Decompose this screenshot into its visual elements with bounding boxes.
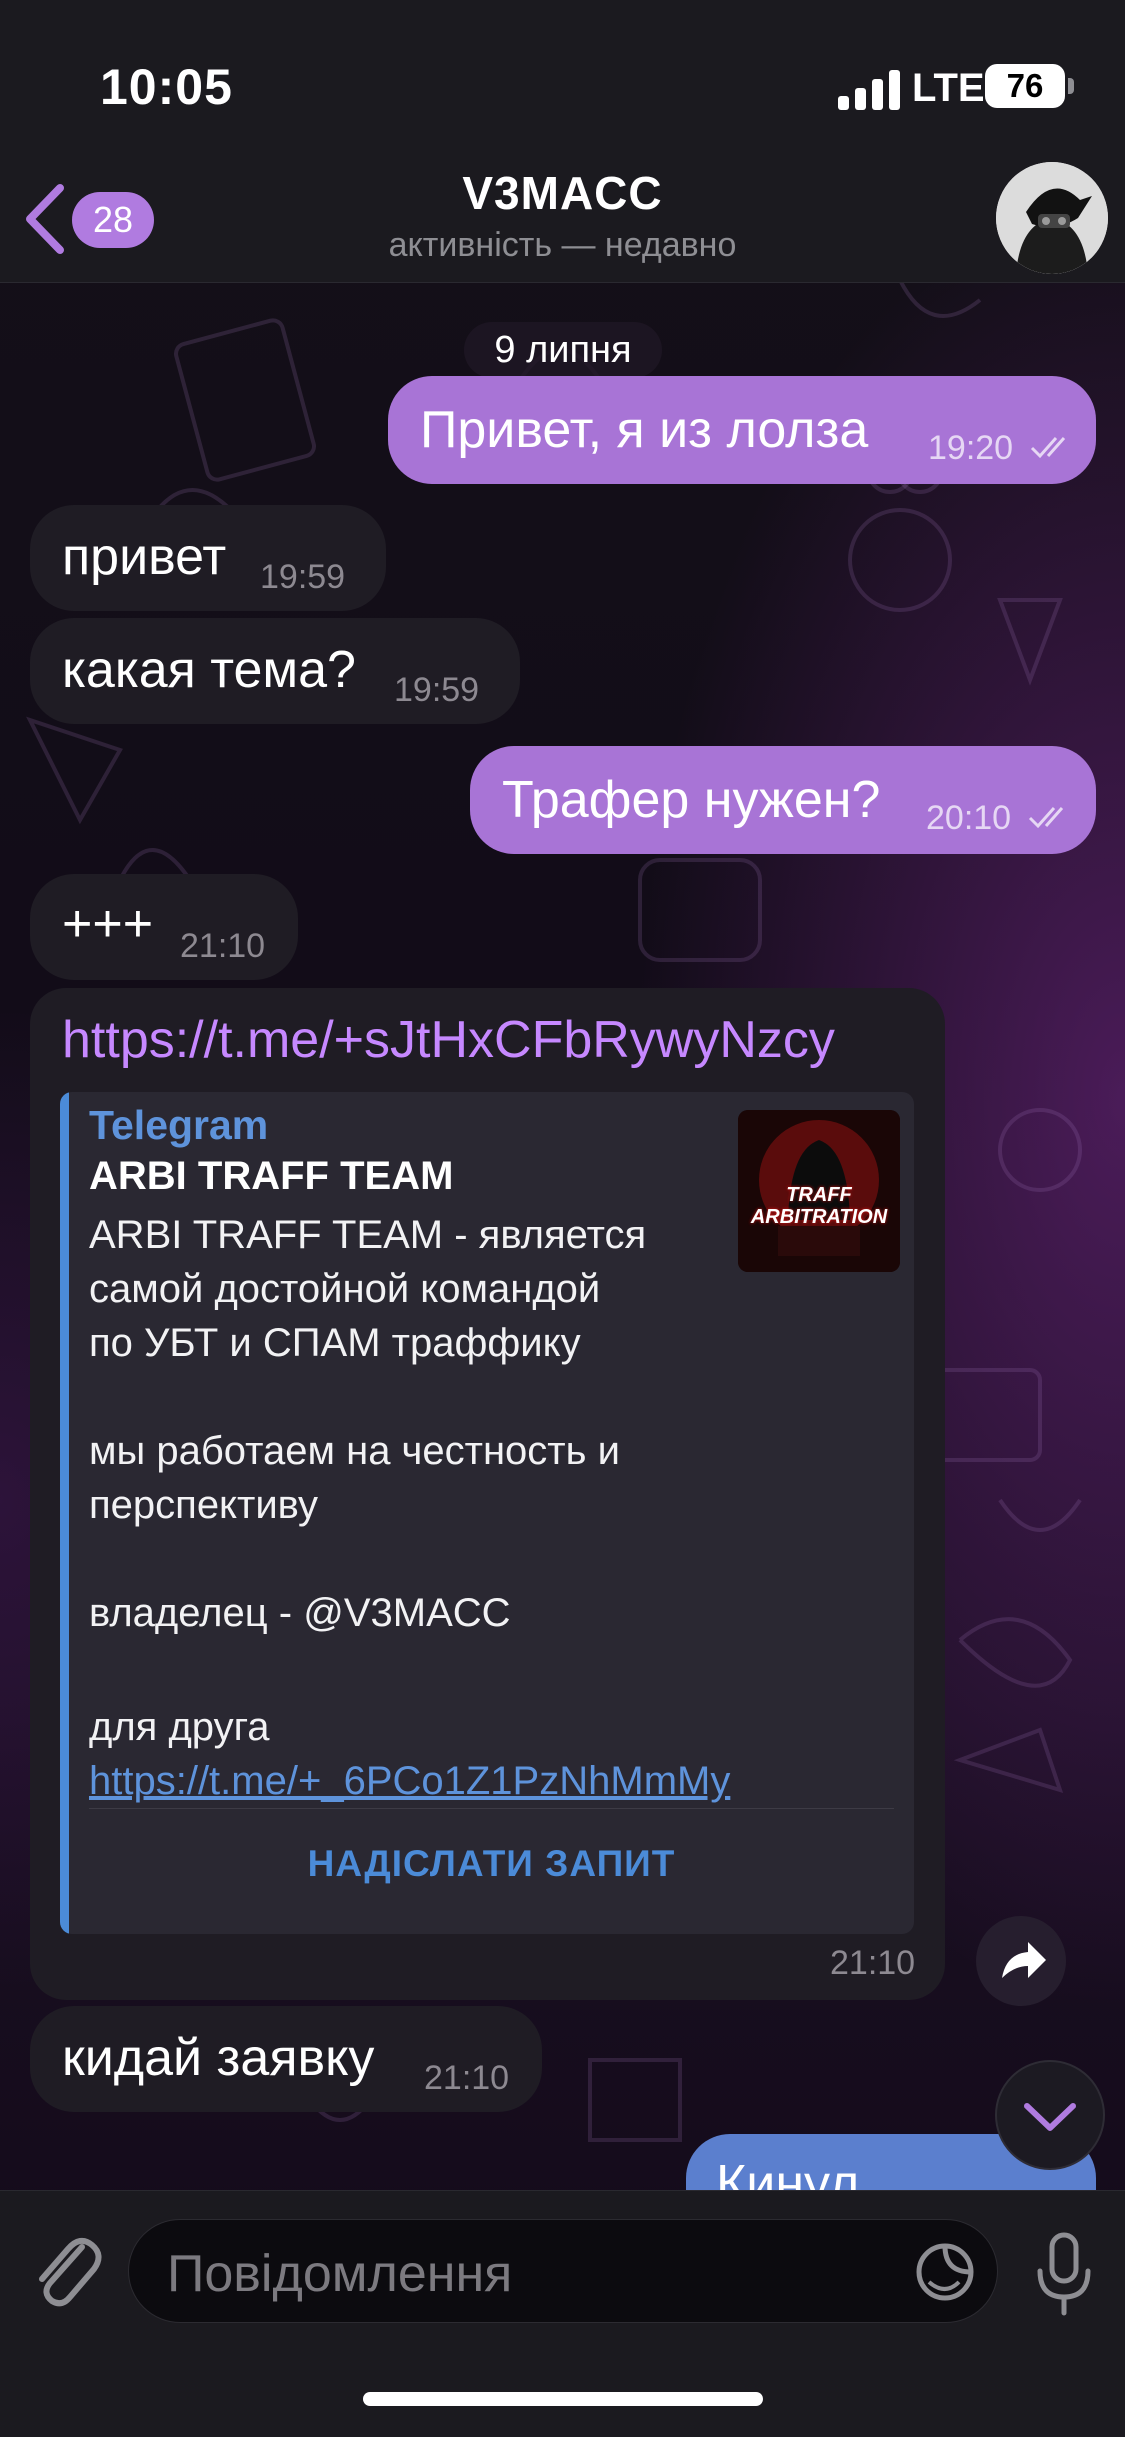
send-request-button[interactable]: НАДІСЛАТИ ЗАПИТ [69,1834,914,1894]
message-bubble-outgoing[interactable]: Привет, я из лолза 19:20 [388,376,1096,484]
message-input[interactable]: Повідомлення [128,2219,998,2323]
preview-title: ARBI TRAFF TEAM [89,1154,454,1198]
message-input-placeholder: Повідомлення [167,2245,513,2303]
preview-thumbnail-caption: TRAFF ARBITRATION [750,1184,888,1228]
message-bubble-incoming[interactable]: привет 19:59 [30,505,386,611]
message-time: 19:59 [260,558,346,596]
preview-description: ARBI TRAFF TEAM - является самой достойн… [89,1213,647,1635]
message-text: +++ [62,895,154,953]
read-receipt-icon [1030,437,1066,459]
message-time: 21:10 [424,2059,510,2097]
preview-friend-link[interactable]: https://t.me/+_6PCo1Z1PzNhMmMy [89,1759,730,1803]
preview-thumbnail[interactable]: TRAFF ARBITRATION [738,1110,900,1272]
message-time: 19:59 [394,671,480,709]
microphone-icon[interactable] [1028,2229,1100,2321]
message-text: Привет, я из лолза [420,401,869,459]
signal-strength-icon [838,70,902,110]
message-time: 21:10 [180,927,266,965]
read-receipt-icon [1028,807,1064,829]
preview-friend-prefix: для друга [89,1705,270,1749]
message-time: 20:10 [926,799,1012,837]
message-time: 19:20 [928,429,1014,467]
message-bubble-outgoing[interactable]: Трафер нужен? 20:10 [470,746,1096,854]
message-text: Трафер нужен? [502,771,881,829]
date-separator: 9 липня [464,322,662,378]
message-text: привет [62,528,227,586]
paperclip-icon[interactable] [28,2227,104,2317]
message-bubble-incoming[interactable]: какая тема? 19:59 [30,618,520,724]
message-bubble-incoming[interactable]: +++ 21:10 [30,874,298,980]
chat-status: активність — недавно [388,226,737,264]
home-indicator [363,2392,763,2406]
contact-avatar[interactable] [996,162,1108,274]
message-time: 21:10 [830,1944,916,1982]
battery-tip [1068,78,1074,94]
share-button[interactable] [976,1916,1066,2006]
preview-accent-bar [60,1092,69,1934]
sticker-icon[interactable] [915,2242,975,2302]
message-text: какая тема? [62,641,356,699]
status-time: 10:05 [100,59,233,115]
network-type: LTE [912,66,985,110]
battery-icon: 76 [985,64,1065,108]
preview-site-name: Telegram [89,1102,269,1148]
scroll-to-bottom-button[interactable] [995,2060,1105,2170]
status-bar: 10:05 LTE 76 [0,0,1125,160]
chat-title[interactable]: V3MACC [0,166,1125,220]
message-bubble-incoming[interactable]: кидай заявку 21:10 [30,2006,542,2112]
link-preview-message[interactable]: https://t.me/+sJtHxCFbRywyNzcy Telegram … [30,988,945,2000]
preview-friend-line: для друга https://t.me/+_6PCo1Z1PzNhMmMy [89,1700,730,1808]
message-link[interactable]: https://t.me/+sJtHxCFbRywyNzcy [62,1010,835,1070]
message-text: кидай заявку [62,2029,375,2087]
chat-header: 28 V3MACC активність — недавно [0,160,1125,283]
link-preview-card[interactable]: Telegram ARBI TRAFF TEAM ARBI TRAFF TEAM… [60,1092,914,1934]
preview-divider [89,1808,894,1809]
